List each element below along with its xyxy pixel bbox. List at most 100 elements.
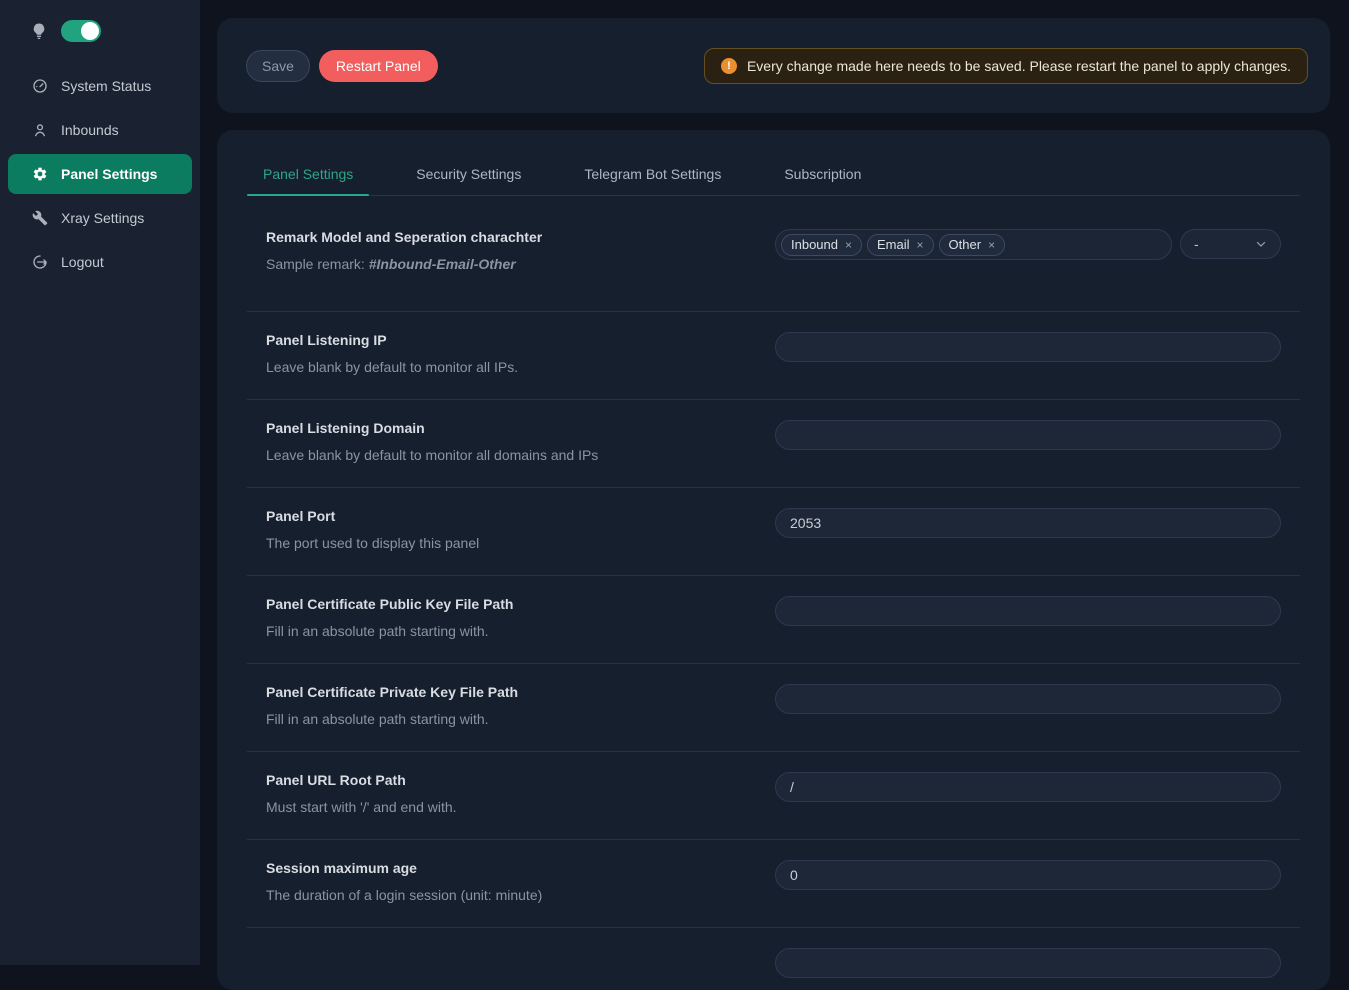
tab-security-settings[interactable]: Security Settings [400,153,537,195]
separator-select-value: - [1194,236,1199,252]
field-description: Fill in an absolute path starting with. [266,622,735,640]
sidebar-item-label: Xray Settings [61,210,144,226]
field-description-emphasis: #Inbound-Email-Other [369,256,516,272]
field-label: Panel Certificate Private Key File Path [266,684,735,701]
main-content: Save Restart Panel ! Every change made h… [200,0,1349,965]
form-row-remark-model: Remark Model and Seperation charachter Sa… [247,196,1300,312]
form-row-panel-cert-private-key: Panel Certificate Private Key File Path F… [247,664,1300,752]
sidebar-item-panel-settings[interactable]: Panel Settings [8,154,192,194]
save-button[interactable]: Save [246,50,310,82]
field-control-col [775,948,1281,990]
field-control-col [775,508,1281,575]
logout-icon [32,254,48,270]
field-description: Fill in an absolute path starting with. [266,710,735,728]
panel-listening-domain-input[interactable] [775,420,1281,450]
chevron-down-icon [1255,238,1267,250]
panel-cert-private-key-input[interactable] [775,684,1281,714]
alert-text: Every change made here needs to be saved… [747,58,1291,74]
sidebar-header [0,0,200,52]
tag-inbound: Inbound × [781,234,862,256]
panel-url-root-path-input[interactable] [775,772,1281,802]
field-label-col: Panel Port The port used to display this … [266,508,775,575]
field-control-col [775,332,1281,399]
field-label-col [266,948,775,990]
wrench-icon [32,210,48,226]
remove-tag-icon[interactable]: × [988,239,995,251]
form-row-panel-listening-domain: Panel Listening Domain Leave blank by def… [247,400,1300,488]
field-label-col: Panel Certificate Private Key File Path F… [266,684,775,751]
field-label: Panel Listening IP [266,332,735,349]
tag-label: Inbound [791,237,838,252]
field-label-col: Panel Listening IP Leave blank by default… [266,332,775,399]
remove-tag-icon[interactable]: × [845,239,852,251]
tab-telegram-bot-settings[interactable]: Telegram Bot Settings [568,153,737,195]
field-label: Session maximum age [266,860,735,877]
field-description: The duration of a login session (unit: m… [266,886,735,904]
field-label-col: Panel Certificate Public Key File Path Fi… [266,596,775,663]
settings-tabbar: Panel Settings Security Settings Telegram … [247,130,1300,196]
lightbulb-icon [30,22,48,40]
sidebar-item-label: System Status [61,78,151,94]
form-row-panel-port: Panel Port The port used to display this … [247,488,1300,576]
field-description: Sample remark: #Inbound-Email-Other [266,255,735,273]
field-description: Leave blank by default to monitor all IP… [266,358,735,376]
field-description: Must start with '/' and end with. [266,798,735,816]
field-label: Panel Listening Domain [266,420,735,437]
toggle-knob [81,22,99,40]
panel-cert-public-key-input[interactable] [775,596,1281,626]
tag-label: Other [949,237,982,252]
sidebar-item-xray-settings[interactable]: Xray Settings [8,198,192,238]
session-maximum-age-input[interactable] [775,860,1281,890]
field-control-col [775,684,1281,751]
field-label-col: Panel URL Root Path Must start with '/' a… [266,772,775,839]
sidebar-item-logout[interactable]: Logout [8,242,192,282]
user-icon [32,122,48,138]
sidebar-item-inbounds[interactable]: Inbounds [8,110,192,150]
field-label-col: Session maximum age The duration of a log… [266,860,775,927]
settings-form: Remark Model and Seperation charachter Sa… [247,196,1300,990]
panel-port-input[interactable] [775,508,1281,538]
field-label: Panel URL Root Path [266,772,735,789]
form-row-panel-listening-ip: Panel Listening IP Leave blank by default… [247,312,1300,400]
remark-tags-input[interactable]: Inbound × Email × Other × [775,229,1172,260]
field-description: Leave blank by default to monitor all do… [266,446,735,464]
sidebar-item-label: Logout [61,254,104,270]
tag-label: Email [877,237,910,252]
field-description: The port used to display this panel [266,534,735,552]
next-field-partial-input[interactable] [775,948,1281,978]
field-control-col [775,860,1281,927]
field-control-col [775,596,1281,663]
field-label-col: Panel Listening Domain Leave blank by def… [266,420,775,487]
field-label: Remark Model and Seperation charachter [266,229,735,246]
restart-panel-button[interactable]: Restart Panel [319,50,438,82]
dashboard-icon [32,78,48,94]
field-control-col: Inbound × Email × Other × - [775,229,1281,311]
theme-toggle[interactable] [61,20,101,42]
settings-card: Panel Settings Security Settings Telegram … [217,130,1330,990]
field-control-col [775,420,1281,487]
tab-panel-settings[interactable]: Panel Settings [247,153,369,195]
panel-listening-ip-input[interactable] [775,332,1281,362]
warning-icon: ! [721,58,737,74]
separator-select[interactable]: - [1180,229,1281,259]
sidebar-item-label: Panel Settings [61,166,157,182]
toolbar-card: Save Restart Panel ! Every change made h… [217,18,1330,113]
form-row-session-maximum-age: Session maximum age The duration of a log… [247,840,1300,928]
gear-icon [32,166,48,182]
form-row-panel-cert-public-key: Panel Certificate Public Key File Path Fi… [247,576,1300,664]
field-label: Panel Certificate Public Key File Path [266,596,735,613]
sidebar-item-system-status[interactable]: System Status [8,66,192,106]
remove-tag-icon[interactable]: × [917,239,924,251]
tag-email: Email × [867,234,934,256]
field-control-col [775,772,1281,839]
tag-other: Other × [939,234,1006,256]
sidebar-item-label: Inbounds [61,122,119,138]
sidebar: System Status Inbounds Panel Settings Xray … [0,0,200,965]
form-row-next-field-partial [247,928,1300,990]
restart-warning-alert: ! Every change made here needs to be sav… [704,48,1308,84]
field-label-col: Remark Model and Seperation charachter Sa… [266,229,775,311]
tab-subscription[interactable]: Subscription [768,153,877,195]
field-label: Panel Port [266,508,735,525]
sidebar-menu: System Status Inbounds Panel Settings Xray … [0,66,200,282]
form-row-panel-url-root-path: Panel URL Root Path Must start with '/' a… [247,752,1300,840]
